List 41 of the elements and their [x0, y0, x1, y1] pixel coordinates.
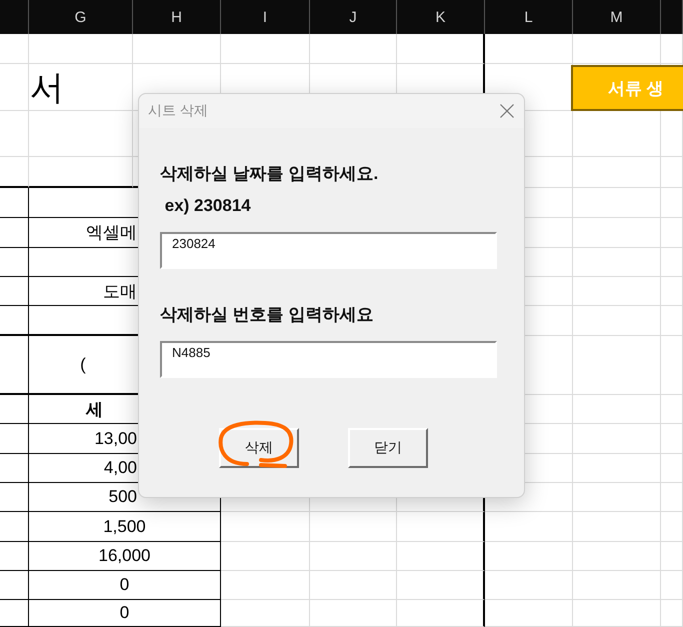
spreadsheet-cell[interactable]: [0, 248, 29, 277]
column-header[interactable]: G: [29, 0, 133, 34]
column-header[interactable]: I: [221, 0, 310, 34]
table-cell: 0: [29, 600, 221, 627]
column-header[interactable]: [0, 0, 29, 34]
field-label: 삭제하실 날짜를 입력하세요. ex) 230814: [160, 163, 380, 217]
spreadsheet-cell[interactable]: [0, 600, 29, 627]
spreadsheet-cell[interactable]: [0, 188, 29, 218]
spreadsheet-cell[interactable]: [397, 571, 485, 600]
spreadsheet-cell[interactable]: [0, 395, 29, 424]
table-cell: 1,500: [29, 512, 221, 542]
input-field[interactable]: 230824: [160, 232, 497, 269]
column-header[interactable]: J: [310, 0, 397, 34]
spreadsheet-cell[interactable]: [397, 512, 485, 542]
column-header[interactable]: M: [573, 0, 661, 34]
table-cell: 0: [29, 571, 221, 600]
sheet-title: 서: [30, 68, 64, 108]
spreadsheet-cell[interactable]: [0, 218, 29, 248]
spreadsheet-cell[interactable]: [0, 336, 29, 395]
column-header[interactable]: [661, 0, 683, 34]
spreadsheet-cell[interactable]: [397, 542, 485, 571]
close-icon: [500, 104, 514, 118]
spreadsheet-cell[interactable]: [0, 542, 29, 571]
spreadsheet-cell[interactable]: [0, 424, 29, 454]
close-dialog-button[interactable]: 닫기: [348, 428, 428, 468]
spreadsheet-cell[interactable]: [0, 277, 29, 306]
spreadsheet-cell[interactable]: [0, 306, 29, 336]
column-header[interactable]: K: [397, 0, 485, 34]
column-header[interactable]: H: [133, 0, 221, 34]
spreadsheet-cell[interactable]: [397, 600, 485, 627]
spreadsheet-cell[interactable]: [0, 571, 29, 600]
close-button[interactable]: [500, 104, 514, 118]
spreadsheet-cell[interactable]: [397, 34, 485, 64]
input-field[interactable]: N4885: [160, 341, 497, 378]
spreadsheet-cell[interactable]: [0, 483, 29, 512]
table-cell: 16,000: [29, 542, 221, 571]
spreadsheet-cell[interactable]: [0, 512, 29, 542]
dialog-title: 시트 삭제: [148, 102, 208, 120]
spreadsheet-cell[interactable]: [0, 454, 29, 483]
column-header[interactable]: L: [485, 0, 573, 34]
field-label: 삭제하실 번호를 입력하세요: [160, 304, 374, 326]
